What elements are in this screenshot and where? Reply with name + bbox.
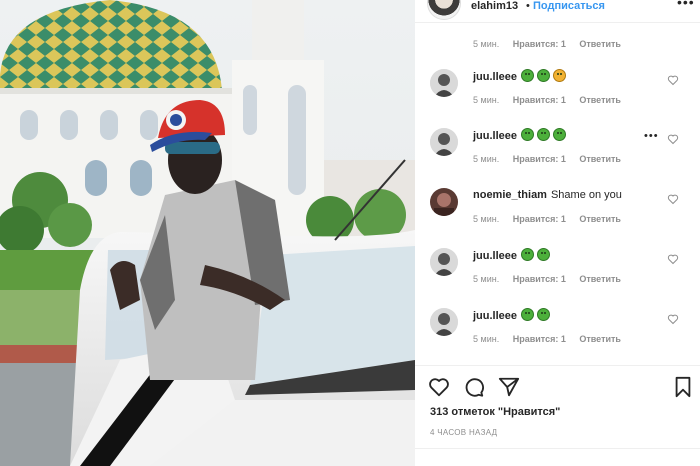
author-avatar[interactable] bbox=[427, 0, 461, 20]
author-username[interactable]: elahim13 bbox=[471, 0, 518, 12]
post-timestamp: 4 ЧАСОВ НАЗАД bbox=[430, 428, 498, 437]
comment-item: juu.lleee 5 мин. Нравится: 1 Ответить bbox=[415, 69, 700, 129]
green-face-emoji-icon bbox=[521, 308, 535, 321]
comment-username[interactable]: noemie_thiam bbox=[473, 189, 547, 201]
reply-button[interactable]: Ответить bbox=[579, 95, 621, 105]
comment-time: 5 мин. bbox=[473, 39, 500, 49]
reply-button[interactable]: Ответить bbox=[579, 39, 621, 49]
comment-meta: 5 мин. Нравится: 1 Ответить bbox=[473, 214, 632, 224]
comment-meta: 5 мин. Нравится: 1 Ответить bbox=[473, 334, 632, 344]
commenter-avatar[interactable] bbox=[430, 248, 458, 276]
green-face-emoji-icon bbox=[521, 248, 535, 261]
green-face-emoji-icon bbox=[537, 69, 551, 82]
comment-meta: 5 мин. Нравится: 1 Ответить bbox=[473, 154, 632, 164]
user-photo-icon bbox=[430, 248, 458, 276]
follow-button[interactable]: Подписаться bbox=[533, 0, 605, 12]
post-header: elahim13 • Подписаться ••• bbox=[415, 0, 700, 22]
header-separator: • bbox=[526, 0, 530, 12]
reply-button[interactable]: Ответить bbox=[579, 334, 621, 344]
paper-plane-icon[interactable] bbox=[498, 376, 520, 398]
comment-item: juu.lleee 5 мин. Нравится: 1 Ответить ••… bbox=[415, 128, 700, 188]
post-actions bbox=[415, 366, 700, 406]
comment-username[interactable]: juu.lleee bbox=[473, 130, 517, 142]
commenter-avatar[interactable] bbox=[430, 128, 458, 156]
user-photo-icon bbox=[430, 69, 458, 97]
commenter-avatar[interactable] bbox=[430, 188, 458, 216]
comment-username[interactable]: juu.lleee bbox=[473, 310, 517, 322]
comment-time: 5 мин. bbox=[473, 274, 500, 284]
comment-likes[interactable]: Нравится: 1 bbox=[513, 95, 566, 105]
reply-button[interactable]: Ответить bbox=[579, 274, 621, 284]
bookmark-icon[interactable] bbox=[672, 376, 694, 398]
post-photo[interactable] bbox=[0, 0, 415, 466]
comment-options-icon[interactable]: ••• bbox=[644, 130, 659, 142]
header-divider bbox=[415, 22, 700, 23]
comment-body: Shame on you bbox=[550, 189, 622, 201]
green-face-emoji-icon bbox=[521, 128, 535, 141]
comment-likes[interactable]: Нравится: 1 bbox=[513, 214, 566, 224]
comment-item: juu.lleee 5 мин. Нравится: 1 Ответить bbox=[415, 248, 700, 308]
comment-meta: 5 мин. Нравится: 1 Ответить bbox=[473, 39, 632, 49]
comment-meta: 5 мин. Нравится: 1 Ответить bbox=[473, 95, 632, 105]
crying-face-emoji-icon bbox=[553, 69, 567, 82]
comment-heart-icon[interactable] bbox=[667, 313, 679, 325]
commenter-avatar[interactable] bbox=[430, 69, 458, 97]
comment-username[interactable]: juu.lleee bbox=[473, 71, 517, 83]
comment-likes[interactable]: Нравится: 1 bbox=[513, 334, 566, 344]
comment-time: 5 мин. bbox=[473, 95, 500, 105]
comment-icon[interactable] bbox=[463, 376, 485, 398]
comment-time: 5 мин. bbox=[473, 154, 500, 164]
comment-text: juu.lleee bbox=[473, 308, 553, 323]
user-photo-icon bbox=[430, 308, 458, 336]
comment-meta: 5 мин. Нравится: 1 Ответить bbox=[473, 274, 632, 284]
comment-likes[interactable]: Нравится: 1 bbox=[513, 274, 566, 284]
heart-icon[interactable] bbox=[428, 376, 450, 398]
user-photo-icon bbox=[430, 188, 458, 216]
comment-username[interactable]: juu.lleee bbox=[473, 250, 517, 262]
commenter-avatar[interactable] bbox=[430, 308, 458, 336]
comment-text: juu.lleee bbox=[473, 128, 569, 143]
user-photo-icon bbox=[430, 128, 458, 156]
footer-divider bbox=[415, 448, 700, 449]
comment-item: juu.lleee 5 мин. Нравится: 1 Ответить bbox=[415, 308, 700, 368]
green-face-emoji-icon bbox=[521, 69, 535, 82]
comment-heart-icon[interactable] bbox=[667, 74, 679, 86]
comment-heart-icon[interactable] bbox=[667, 193, 679, 205]
green-face-emoji-icon bbox=[553, 128, 567, 141]
post-photo-image bbox=[0, 0, 415, 466]
comment-heart-icon[interactable] bbox=[667, 253, 679, 265]
green-face-emoji-icon bbox=[537, 248, 551, 261]
comment-likes[interactable]: Нравится: 1 bbox=[513, 39, 566, 49]
likes-count[interactable]: 313 отметок "Нравится" bbox=[430, 406, 560, 418]
green-face-emoji-icon bbox=[537, 128, 551, 141]
comment-text: noemie_thiam Shame on you bbox=[473, 188, 622, 202]
comment-likes[interactable]: Нравится: 1 bbox=[513, 154, 566, 164]
comment-item: noemie_thiam Shame on you 5 мин. Нравится… bbox=[415, 188, 700, 248]
green-face-emoji-icon bbox=[537, 308, 551, 321]
comment-text: juu.lleee bbox=[473, 248, 553, 263]
comment-time: 5 мин. bbox=[473, 334, 500, 344]
comment-heart-icon[interactable] bbox=[667, 133, 679, 145]
reply-button[interactable]: Ответить bbox=[579, 214, 621, 224]
more-options-icon[interactable]: ••• bbox=[677, 0, 695, 10]
comments-panel: elahim13 • Подписаться ••• 5 мин. Нравит… bbox=[415, 0, 700, 466]
reply-button[interactable]: Ответить bbox=[579, 154, 621, 164]
comment-time: 5 мин. bbox=[473, 214, 500, 224]
comment-text: juu.lleee bbox=[473, 69, 569, 84]
